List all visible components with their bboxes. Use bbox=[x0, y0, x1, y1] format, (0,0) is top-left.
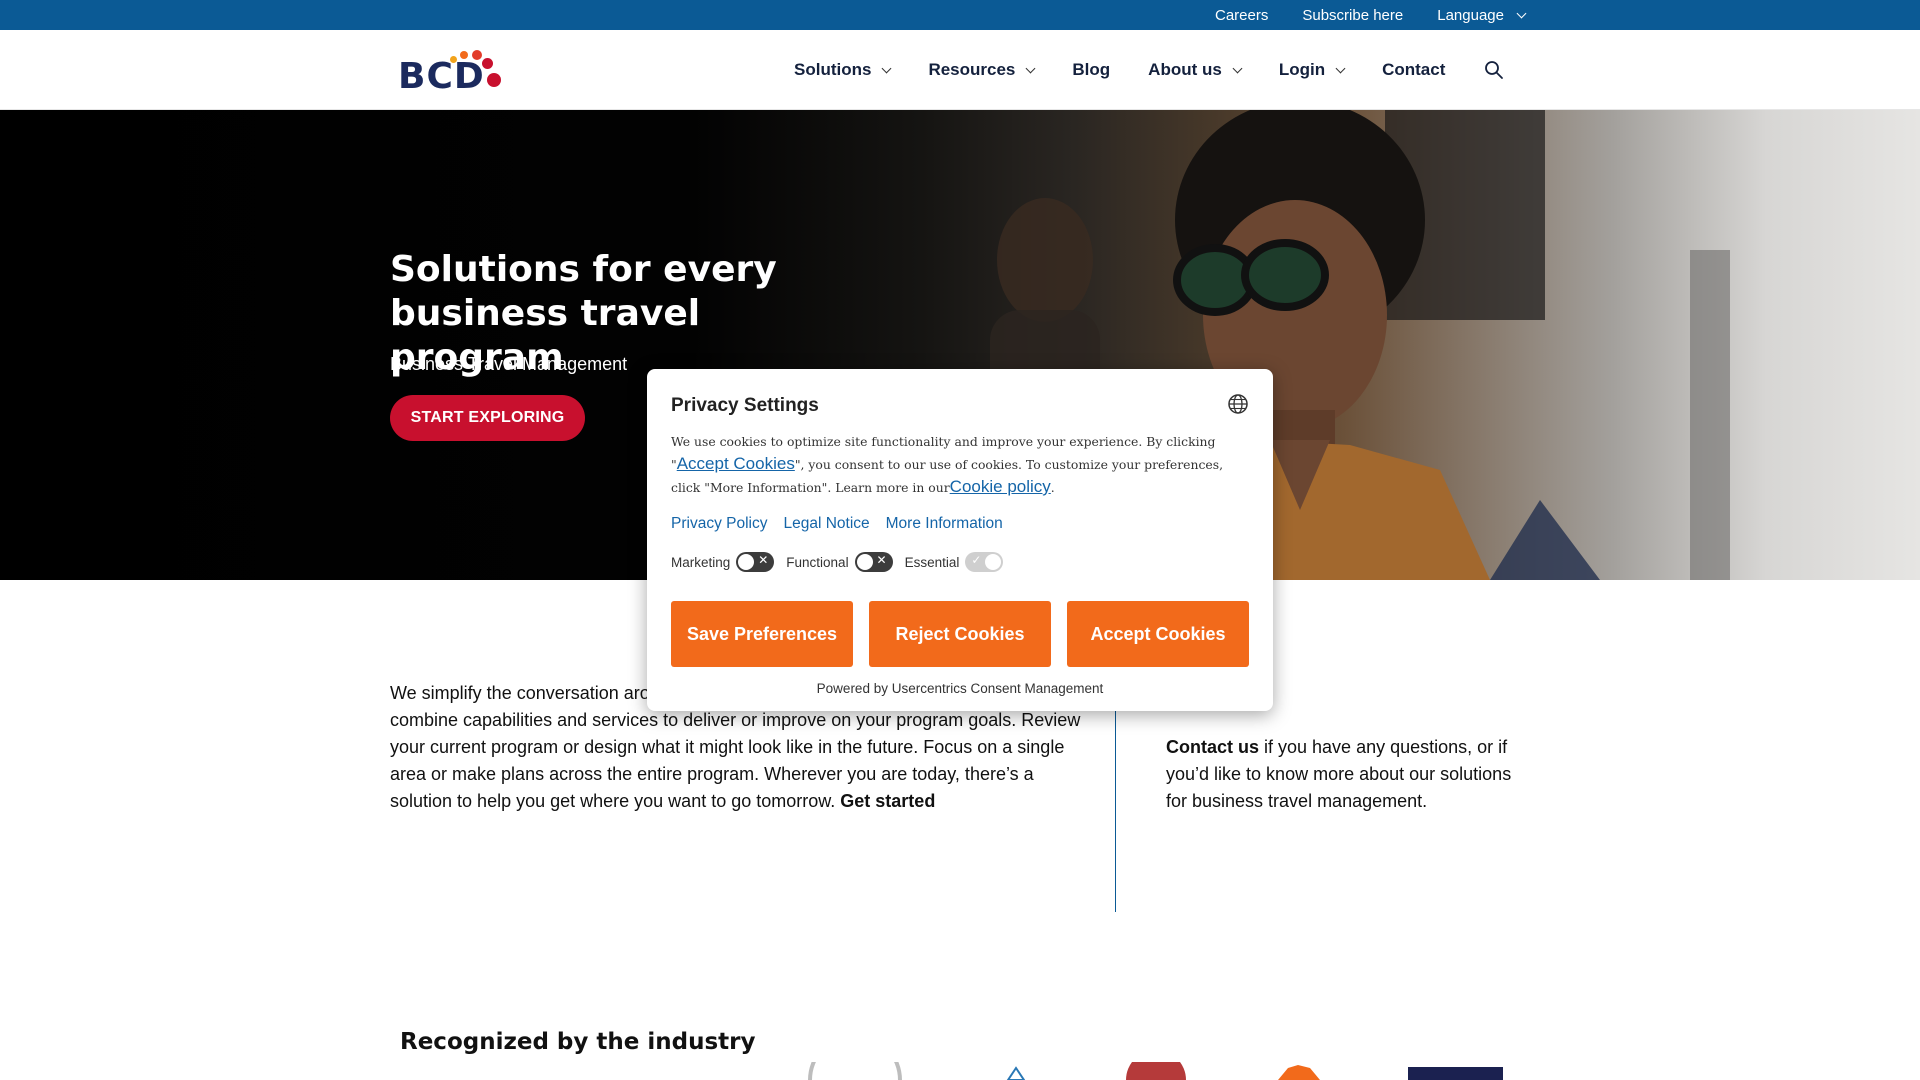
reject-cookies-button[interactable]: Reject Cookies bbox=[869, 601, 1051, 667]
essential-toggle: ✓ bbox=[965, 552, 1004, 572]
chevron-down-icon bbox=[1232, 63, 1243, 73]
privacy-body-text: We use cookies to optimize site function… bbox=[671, 431, 1251, 499]
top-utility-bar: Careers Subscribe here Language bbox=[0, 0, 1920, 30]
hero-subtitle: Business Travel Management bbox=[390, 354, 628, 374]
language-dropdown[interactable]: Language bbox=[1437, 6, 1527, 24]
privacy-policy-link[interactable]: Privacy Policy bbox=[671, 515, 767, 533]
award-logos-row bbox=[808, 1062, 1503, 1080]
contact-us-link[interactable]: Contact us bbox=[1166, 737, 1259, 757]
nav-solutions[interactable]: Solutions bbox=[794, 60, 892, 80]
privacy-settings-title: Privacy Settings bbox=[671, 395, 819, 416]
intro-text-visible: We simplify the conversation arou bbox=[390, 683, 660, 703]
toggle-knob bbox=[738, 554, 755, 570]
accept-cookies-link[interactable]: Accept Cookies bbox=[677, 454, 795, 473]
site-header: BCD Solutions Resources Blog About us Lo… bbox=[0, 30, 1920, 110]
logo-dot bbox=[460, 51, 468, 59]
get-in-touch-text: Contact us if you have any questions, or… bbox=[1166, 734, 1516, 815]
logo-dot bbox=[450, 56, 457, 63]
toggle-label: Functional bbox=[786, 554, 849, 570]
chevron-down-icon bbox=[882, 63, 892, 73]
cookie-policy-link[interactable]: Cookie policy bbox=[950, 477, 1051, 496]
toggle-label: Essential bbox=[904, 554, 960, 570]
award-badge-icon bbox=[808, 1062, 902, 1080]
nav-resources[interactable]: Resources bbox=[928, 60, 1036, 80]
logo-dot bbox=[482, 58, 493, 69]
nav-label: Login bbox=[1278, 60, 1326, 79]
functional-toggle[interactable]: ✕ bbox=[854, 552, 893, 572]
recognized-heading: Recognized by the industry bbox=[400, 1029, 756, 1055]
award-badge-icon bbox=[1006, 1066, 1026, 1080]
marketing-toggle-group: Marketing ✕ bbox=[671, 552, 775, 572]
bcd-logo[interactable]: BCD bbox=[398, 48, 508, 97]
nav-contact[interactable]: Contact bbox=[1382, 60, 1445, 80]
logo-text: BCD bbox=[398, 56, 485, 97]
more-information-link[interactable]: More Information bbox=[886, 515, 1003, 533]
check-icon: ✓ bbox=[971, 553, 982, 567]
privacy-text-3: . bbox=[1050, 480, 1055, 495]
nav-login[interactable]: Login bbox=[1278, 60, 1346, 80]
top-utility-links: Careers Subscribe here Language bbox=[1215, 0, 1527, 30]
nav-label: Resources bbox=[928, 60, 1016, 79]
functional-toggle-group: Functional ✕ bbox=[786, 552, 893, 572]
toggle-label: Marketing bbox=[671, 554, 731, 570]
save-preferences-button[interactable]: Save Preferences bbox=[671, 601, 853, 667]
search-icon[interactable] bbox=[1484, 60, 1504, 80]
logo-dot bbox=[472, 50, 482, 60]
toggle-knob bbox=[856, 554, 873, 570]
intro-text: combine capabilities and services to del… bbox=[390, 710, 1081, 811]
close-icon: ✕ bbox=[758, 553, 769, 567]
nav-blog[interactable]: Blog bbox=[1072, 60, 1110, 80]
chevron-down-icon bbox=[1516, 8, 1527, 18]
award-badge-icon bbox=[1126, 1062, 1186, 1080]
section-divider bbox=[1115, 700, 1116, 912]
close-icon: ✕ bbox=[876, 553, 887, 567]
get-started-link[interactable]: Get started bbox=[840, 791, 935, 811]
privacy-settings-dialog: Privacy Settings We use cookies to optim… bbox=[647, 369, 1273, 711]
chevron-down-icon bbox=[1025, 63, 1036, 73]
start-exploring-button[interactable]: START EXPLORING bbox=[390, 395, 585, 441]
main-navigation: Solutions Resources Blog About us Login … bbox=[794, 30, 1483, 110]
powered-by-text: Powered by Usercentrics Consent Manageme… bbox=[816, 681, 1104, 696]
nav-label: Contact bbox=[1382, 60, 1446, 79]
subscribe-link[interactable]: Subscribe here bbox=[1302, 7, 1403, 24]
consent-toggles: Marketing ✕ Functional ✕ Essential ✓ bbox=[671, 552, 1015, 572]
chevron-down-icon bbox=[1335, 63, 1346, 73]
award-badge-icon bbox=[1278, 1065, 1320, 1080]
globe-icon[interactable] bbox=[1227, 393, 1249, 415]
nav-about-us[interactable]: About us bbox=[1148, 60, 1243, 80]
legal-notice-link[interactable]: Legal Notice bbox=[783, 515, 869, 533]
award-badge-icon bbox=[1408, 1067, 1503, 1080]
marketing-toggle[interactable]: ✕ bbox=[736, 552, 775, 572]
essential-toggle-group: Essential ✓ bbox=[905, 552, 1004, 572]
logo-dot bbox=[487, 73, 501, 87]
nav-label: About us bbox=[1148, 60, 1222, 79]
consent-buttons: Save Preferences Reject Cookies Accept C… bbox=[671, 601, 1249, 667]
toggle-knob bbox=[985, 554, 1002, 570]
privacy-links: Privacy Policy Legal Notice More Informa… bbox=[671, 515, 1003, 533]
nav-label: Blog bbox=[1072, 60, 1111, 79]
careers-link[interactable]: Careers bbox=[1215, 7, 1268, 24]
nav-label: Solutions bbox=[794, 60, 872, 79]
language-label: Language bbox=[1437, 6, 1504, 24]
accept-cookies-button[interactable]: Accept Cookies bbox=[1067, 601, 1249, 667]
